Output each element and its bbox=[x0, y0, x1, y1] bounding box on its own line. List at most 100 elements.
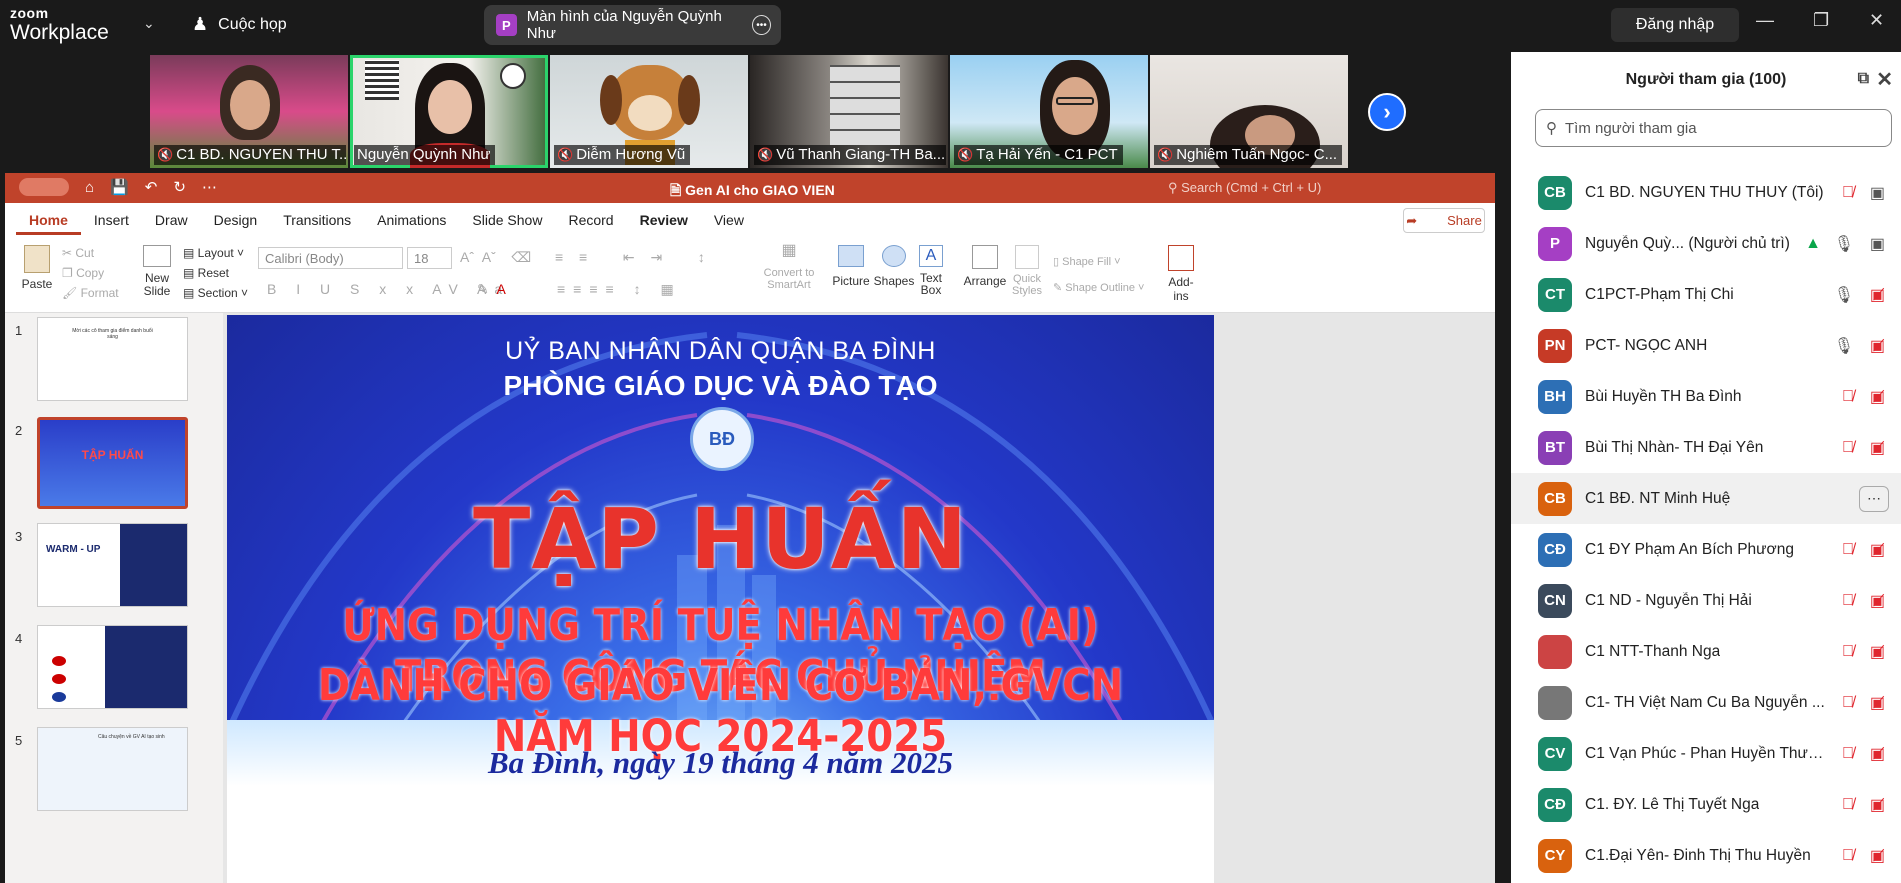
meeting-menu[interactable]: ♟ Cuộc họp bbox=[192, 14, 287, 35]
align-icons[interactable]: ≡≡≡≡ ↕ ▦ bbox=[557, 281, 682, 298]
more-icon[interactable]: ⋯ bbox=[202, 178, 217, 196]
mic-muted-icon: 🎙̸ bbox=[1842, 183, 1854, 201]
font-style-icons[interactable]: B I U S x x AV Aa bbox=[267, 281, 510, 297]
slide-thumbnail-4[interactable] bbox=[37, 625, 188, 709]
paste-button[interactable]: Paste bbox=[17, 245, 57, 291]
participant-row[interactable]: P Nguyễn Quỳ... (Người chủ trì) 🎙 ▣ ▲ bbox=[1511, 218, 1901, 269]
tab-animations[interactable]: Animations bbox=[364, 212, 459, 228]
tab-draw[interactable]: Draw bbox=[142, 212, 201, 228]
participant-row[interactable]: BH Bùi Huyền TH Ba Đình 🎙̸ ▣̸ bbox=[1511, 371, 1901, 422]
mic-muted-icon: 🎙̸ bbox=[1842, 795, 1854, 813]
more-options-button[interactable]: ⋯ bbox=[1859, 485, 1889, 512]
minimize-icon[interactable]: — bbox=[1756, 10, 1774, 31]
tab-review[interactable]: Review bbox=[627, 212, 701, 228]
arrange-button[interactable]: Arrange bbox=[962, 245, 1008, 288]
quick-styles-button[interactable]: Quick Styles bbox=[1008, 245, 1046, 297]
restore-icon[interactable]: ❐ bbox=[1813, 10, 1829, 31]
participant-row[interactable]: CB C1 BD. NGUYEN THU THUY (Tôi) 🎙̸ ▣ bbox=[1511, 167, 1901, 218]
participant-name: C1PCT-Phạm Thị Chi bbox=[1585, 285, 1734, 303]
more-icon[interactable]: ••• bbox=[752, 15, 771, 35]
slide-thumbnail-2[interactable]: TẬP HUẤN bbox=[37, 417, 188, 509]
avatar: CV bbox=[1538, 736, 1572, 771]
video-tile[interactable]: 🔇 Diễm Hương Vũ bbox=[550, 55, 748, 168]
video-tile[interactable]: 🔇 Nghiêm Tuấn Ngọc- C... bbox=[1150, 55, 1348, 168]
next-videos-button[interactable]: › bbox=[1368, 93, 1406, 131]
layout-button[interactable]: ▤ Layout ˅ bbox=[183, 243, 248, 263]
participant-row[interactable]: CĐ C1 ĐY Phạm An Bích Phương 🎙̸ ▣̸ bbox=[1511, 524, 1901, 575]
highlight-icons[interactable]: ✎ A bbox=[477, 281, 506, 298]
tab-design[interactable]: Design bbox=[201, 212, 271, 228]
ppt-search[interactable]: ⚲ Search (Cmd + Ctrl + U) bbox=[1168, 180, 1321, 196]
slide-editor: UỶ BAN NHÂN DÂN QUẬN BA ĐÌNH PHÒNG GIÁO … bbox=[223, 313, 1495, 883]
video-tile[interactable]: 🔇 Vũ Thanh Giang-TH Ba... bbox=[750, 55, 948, 168]
participant-name: C1.Đại Yên- Đinh Thị Thu Huyền bbox=[1585, 846, 1811, 864]
paragraph-icons[interactable]: ≡ ≡ ⇤ ⇥ ↕ bbox=[555, 249, 711, 266]
participant-row[interactable]: CT C1PCT-Phạm Thị Chi 🎙 ▣̸ bbox=[1511, 269, 1901, 320]
save-icon[interactable]: 💾 bbox=[110, 178, 129, 196]
section-button[interactable]: ▤ Section ˅ bbox=[183, 283, 248, 303]
participant-row[interactable]: BT Bùi Thị Nhàn- TH Đại Yên 🎙̸ ▣̸ bbox=[1511, 422, 1901, 473]
participant-row[interactable]: CN C1 ND - Nguyễn Thị Hải 🎙̸ ▣̸ bbox=[1511, 575, 1901, 626]
tab-home[interactable]: Home bbox=[16, 212, 81, 235]
tab-transitions[interactable]: Transitions bbox=[270, 212, 364, 228]
chevron-down-icon[interactable]: ⌄ bbox=[143, 15, 155, 32]
participant-name: Bùi Huyền TH Ba Đình bbox=[1585, 387, 1742, 405]
slide-thumbnail-3[interactable]: WARM - UP bbox=[37, 523, 188, 607]
format-painter-button[interactable]: 🖌 Format bbox=[62, 283, 119, 303]
picture-button[interactable]: Picture bbox=[830, 245, 872, 288]
participant-search-input[interactable]: ⚲ Tìm người tham gia bbox=[1535, 109, 1892, 147]
camera-off-icon: ▣̸ bbox=[1869, 847, 1885, 865]
avatar: BT bbox=[1538, 430, 1572, 465]
video-tile[interactable]: 🔇 C1 BD. NGUYEN THU T... bbox=[150, 55, 348, 168]
shared-powerpoint-window: ⌂ 💾 ↶ ↻ ⋯ 🗎 Gen AI cho GIAO VIEN ⚲ Searc… bbox=[5, 173, 1495, 883]
cut-button[interactable]: ✂ Cut bbox=[62, 243, 119, 263]
redo-icon[interactable]: ↻ bbox=[173, 178, 186, 196]
signin-button[interactable]: Đăng nhập bbox=[1611, 8, 1739, 42]
add-ins-button[interactable]: Add-ins bbox=[1163, 245, 1199, 303]
tab-view[interactable]: View bbox=[701, 212, 757, 228]
thumb-number: 2 bbox=[15, 423, 23, 438]
home-icon[interactable]: ⌂ bbox=[85, 179, 94, 196]
popout-icon[interactable]: ⧉ bbox=[1858, 70, 1869, 88]
font-size-select[interactable]: 18 bbox=[407, 247, 452, 269]
participant-list: CB C1 BD. NGUYEN THU THUY (Tôi) 🎙̸ ▣ P Nguyễn… bbox=[1511, 167, 1901, 881]
undo-icon[interactable]: ↶ bbox=[145, 178, 158, 196]
convert-smartart-button[interactable]: ▦ Convert to SmartArt bbox=[760, 243, 818, 292]
sidebar-toggle[interactable] bbox=[19, 178, 69, 196]
textbox-button[interactable]: A Text Box bbox=[915, 245, 947, 296]
shape-outline-button[interactable]: ✎ Shape Outline ˅ bbox=[1053, 275, 1144, 301]
participant-row[interactable]: CĐ C1. ĐY. Lê Thị Tuyết Nga 🎙̸ ▣̸ bbox=[1511, 779, 1901, 830]
reset-button[interactable]: ▤ Reset bbox=[183, 263, 248, 283]
participant-row[interactable]: CB C1 BĐ. NT Minh Huệ ⋯ bbox=[1511, 473, 1901, 524]
camera-off-icon: ▣̸ bbox=[1869, 439, 1885, 457]
tab-slide-show[interactable]: Slide Show bbox=[459, 212, 555, 228]
current-slide[interactable]: UỶ BAN NHÂN DÂN QUẬN BA ĐÌNH PHÒNG GIÁO … bbox=[227, 315, 1214, 883]
camera-off-icon: ▣̸ bbox=[1869, 388, 1885, 406]
close-icon[interactable]: ✕ bbox=[1876, 67, 1893, 92]
font-family-select[interactable]: Calibri (Body) bbox=[258, 247, 403, 269]
share-button[interactable]: ➦ Share bbox=[1403, 208, 1485, 233]
mic-muted-icon: 🎙̸ bbox=[1842, 846, 1854, 864]
slide-thumbnail-5[interactable]: Câu chuyện về GV AI tạo sinh bbox=[37, 727, 188, 811]
new-slide-button[interactable]: New Slide bbox=[135, 245, 179, 298]
screen-share-indicator[interactable]: P Màn hình của Nguyễn Quỳnh Như ••• bbox=[484, 5, 781, 45]
close-icon[interactable]: ✕ bbox=[1869, 10, 1884, 31]
avatar bbox=[1538, 634, 1572, 669]
slide-thumbnail-1[interactable]: Mời các cô tham gia điểm danh buổi sáng bbox=[37, 317, 188, 401]
sharing-icon: ▲ bbox=[1805, 234, 1821, 252]
participant-row[interactable]: C1- TH Việt Nam Cu Ba Nguyễn ... 🎙̸ ▣̸ bbox=[1511, 677, 1901, 728]
mic-muted-icon: 🔇 bbox=[957, 146, 974, 162]
video-tile[interactable]: 🔇 Tạ Hải Yến - C1 PCT bbox=[950, 55, 1148, 168]
shape-fill-button[interactable]: ▯ Shape Fill ˅ bbox=[1053, 249, 1144, 275]
participant-row[interactable]: PN PCT- NGỌC ANH 🎙 ▣̸ bbox=[1511, 320, 1901, 371]
participant-row[interactable]: CY C1.Đại Yên- Đinh Thị Thu Huyền 🎙̸ ▣̸ bbox=[1511, 830, 1901, 881]
tab-record[interactable]: Record bbox=[555, 212, 626, 228]
avatar: CĐ bbox=[1538, 532, 1572, 567]
participant-row[interactable]: CV C1 Vạn Phúc - Phan Huyền Thươ... 🎙̸ ▣̸ bbox=[1511, 728, 1901, 779]
video-tile-active-speaker[interactable]: Nguyễn Quỳnh Như bbox=[350, 55, 548, 168]
copy-button[interactable]: ❐ Copy bbox=[62, 263, 119, 283]
participant-row[interactable]: C1 NTT-Thanh Nga 🎙̸ ▣̸ bbox=[1511, 626, 1901, 677]
font-grow-icons[interactable]: Aˆ Aˇ ⌫ bbox=[460, 249, 531, 266]
shapes-button[interactable]: Shapes bbox=[873, 245, 915, 288]
tab-insert[interactable]: Insert bbox=[81, 212, 142, 228]
